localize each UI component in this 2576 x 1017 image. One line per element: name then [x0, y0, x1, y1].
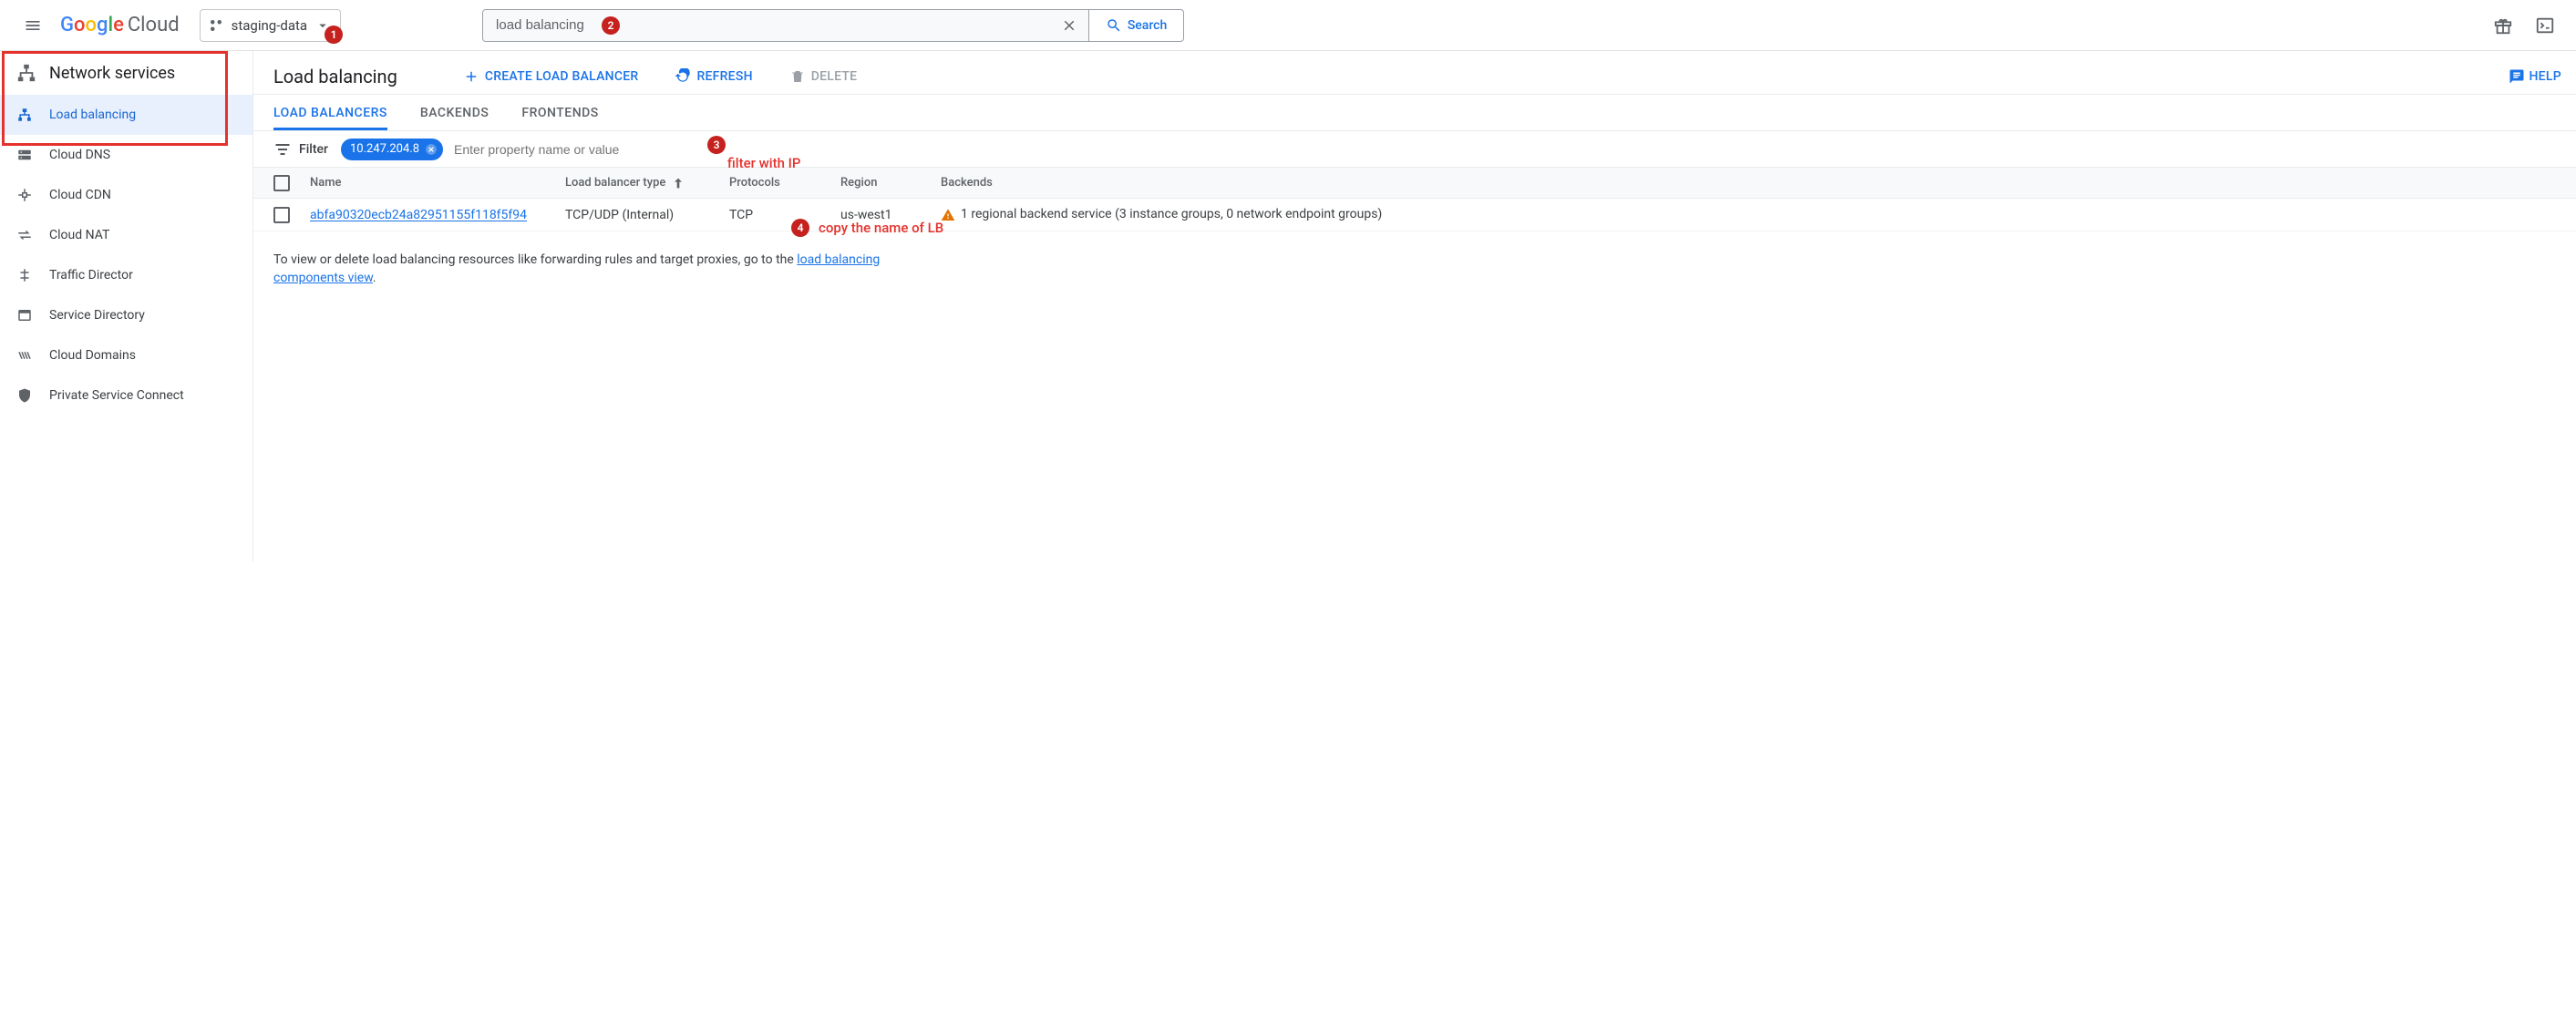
network-services-icon — [16, 63, 49, 83]
refresh-icon — [675, 68, 691, 85]
sidebar-item-label: Cloud CDN — [49, 188, 111, 202]
main-content: Load balancing CREATE LOAD BALANCER REFR… — [253, 51, 2576, 561]
gift-icon[interactable] — [2483, 5, 2523, 46]
sidebar: Network services Load balancing Cloud DN… — [0, 51, 253, 561]
dns-icon — [16, 147, 49, 163]
annotation-badge-2: 2 — [602, 16, 620, 35]
col-protocols[interactable]: Protocols — [729, 176, 840, 190]
tab-frontends[interactable]: FRONTENDS — [521, 95, 598, 130]
row-backends: 1 regional backend service (3 instance g… — [941, 207, 2576, 221]
col-region[interactable]: Region — [840, 176, 941, 190]
annotation-badge-1: 1 — [325, 26, 343, 44]
lb-name-link[interactable]: abfa90320ecb24a82951155f118f5f94 — [310, 208, 527, 222]
help-label: HELP — [2529, 69, 2561, 84]
sidebar-section-header[interactable]: Network services — [0, 51, 252, 95]
service-directory-icon — [16, 307, 49, 324]
annotation-copy-note: copy the name of LB — [819, 220, 943, 236]
annotation-badge-3: 3 — [707, 136, 726, 154]
chip-remove-icon[interactable] — [425, 143, 438, 156]
select-all-checkbox[interactable] — [273, 175, 290, 191]
sidebar-item-cloud-nat[interactable]: Cloud NAT — [0, 215, 252, 255]
cdn-icon — [16, 187, 49, 203]
annotation-badge-4: 4 — [791, 219, 809, 237]
row-type: TCP/UDP (Internal) — [565, 208, 729, 222]
sidebar-item-label: Service Directory — [49, 308, 145, 323]
load-balancing-icon — [16, 107, 49, 123]
col-backends[interactable]: Backends — [941, 176, 2576, 190]
sidebar-item-label: Cloud DNS — [49, 148, 110, 162]
trash-icon — [789, 68, 806, 85]
annotation-filter-note: filter with IP — [727, 155, 801, 171]
action-label: DELETE — [811, 69, 858, 84]
cloud-shell-icon[interactable] — [2525, 5, 2565, 46]
main-header: Load balancing CREATE LOAD BALANCER REFR… — [253, 51, 2576, 95]
clear-search-icon[interactable] — [1061, 17, 1079, 34]
sidebar-item-cloud-dns[interactable]: Cloud DNS — [0, 135, 252, 175]
google-cloud-logo[interactable]: GoogleCloud — [60, 14, 180, 36]
search-icon — [1106, 17, 1122, 34]
action-label: CREATE LOAD BALANCER — [485, 69, 639, 84]
filter-chip-value: 10.247.204.8 — [350, 142, 419, 156]
tabs: LOAD BALANCERS BACKENDS FRONTENDS — [253, 95, 2576, 131]
footer-help-text: To view or delete load balancing resourc… — [253, 231, 891, 287]
sidebar-section-label: Network services — [49, 64, 175, 83]
nat-icon — [16, 227, 49, 243]
col-type[interactable]: Load balancer type — [565, 176, 729, 190]
sidebar-item-cloud-domains[interactable]: Cloud Domains — [0, 335, 252, 375]
hamburger-icon[interactable] — [11, 4, 55, 47]
search-input[interactable] — [494, 16, 779, 34]
help-chat-icon — [2509, 68, 2525, 85]
tab-load-balancers[interactable]: LOAD BALANCERS — [273, 95, 387, 130]
page-title: Load balancing — [273, 66, 397, 87]
delete-button: DELETE — [778, 60, 869, 93]
sidebar-item-label: Cloud NAT — [49, 228, 109, 242]
project-picker[interactable]: staging-data 1 — [200, 9, 341, 42]
sidebar-item-label: Private Service Connect — [49, 388, 184, 403]
row-checkbox[interactable] — [273, 207, 290, 223]
sidebar-item-label: Traffic Director — [49, 268, 133, 282]
help-button[interactable]: HELP — [2509, 68, 2561, 85]
filter-chip[interactable]: 10.247.204.8 — [341, 139, 443, 160]
sidebar-item-label: Cloud Domains — [49, 348, 136, 363]
search-button[interactable]: Search — [1088, 10, 1183, 41]
search-input-wrapper[interactable]: 2 — [483, 10, 1088, 41]
filter-row: Filter 10.247.204.8 3 filter with IP — [253, 131, 2576, 168]
filter-icon[interactable] — [273, 140, 292, 159]
sidebar-item-label: Load balancing — [49, 108, 136, 122]
sidebar-item-private-service-connect[interactable]: Private Service Connect — [0, 375, 252, 416]
create-load-balancer-button[interactable]: CREATE LOAD BALANCER — [452, 60, 650, 93]
cloud-word: Cloud — [128, 14, 180, 36]
traffic-director-icon — [16, 267, 49, 283]
sidebar-item-load-balancing[interactable]: Load balancing — [0, 95, 252, 135]
table-row: abfa90320ecb24a82951155f118f5f94 TCP/UDP… — [253, 199, 2576, 231]
sort-asc-icon — [671, 176, 685, 190]
sidebar-item-cloud-cdn[interactable]: Cloud CDN — [0, 175, 252, 215]
sidebar-item-traffic-director[interactable]: Traffic Director — [0, 255, 252, 295]
sidebar-item-service-directory[interactable]: Service Directory — [0, 295, 252, 335]
project-icon — [208, 17, 224, 34]
refresh-button[interactable]: REFRESH — [664, 60, 763, 93]
shield-icon — [16, 387, 49, 404]
plus-icon — [463, 68, 479, 85]
table-header: Name Load balancer type Protocols Region… — [253, 168, 2576, 199]
tab-backends[interactable]: BACKENDS — [420, 95, 489, 130]
search-box: 2 Search — [482, 9, 1184, 42]
col-name[interactable]: Name — [310, 176, 565, 190]
top-bar: GoogleCloud staging-data 1 2 Search — [0, 0, 2576, 51]
filter-label: Filter — [299, 142, 328, 157]
search-button-label: Search — [1128, 18, 1167, 33]
domains-icon — [16, 347, 49, 364]
action-label: REFRESH — [696, 69, 752, 84]
project-name: staging-data — [232, 17, 307, 34]
